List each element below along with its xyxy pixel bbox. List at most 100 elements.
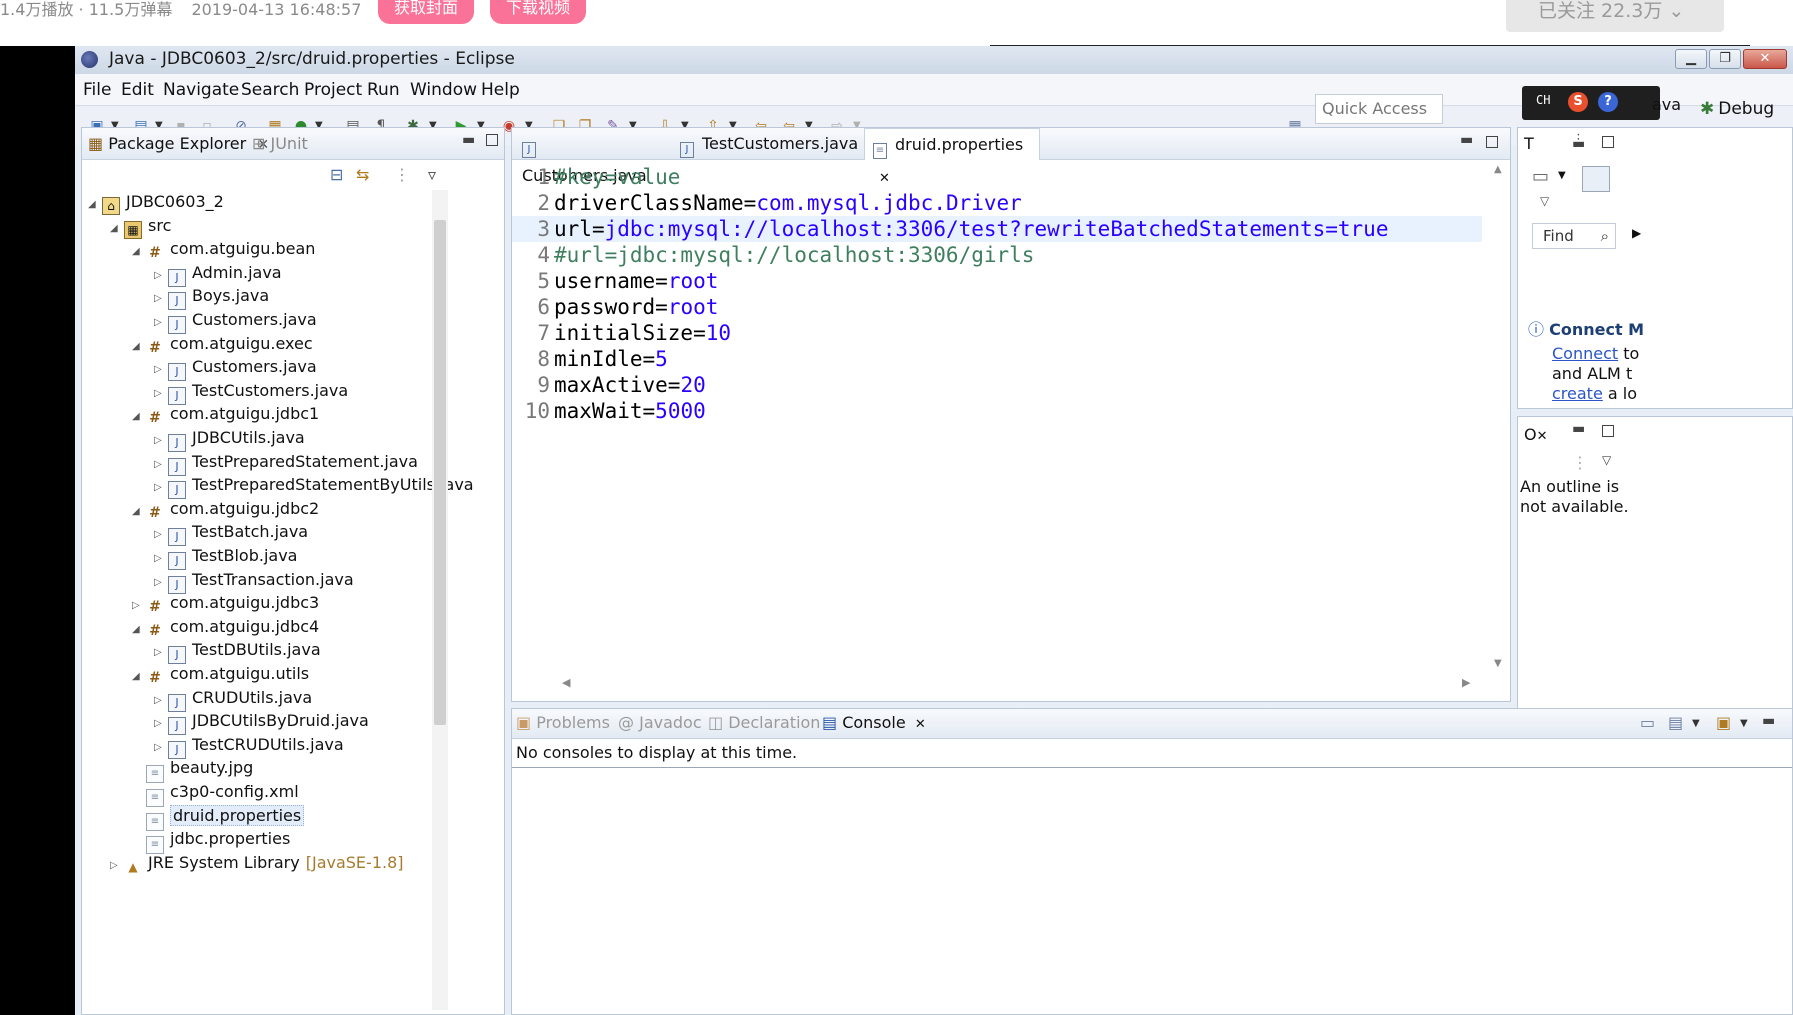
tree-item[interactable]: ▷ J TestBlob.java [154,544,297,570]
chevron-right-icon[interactable]: ▶ [1632,226,1641,240]
new-task-icon[interactable]: ▭ [1532,166,1549,187]
expand-arrow-icon[interactable]: ◢ [132,240,146,264]
tab-outline[interactable]: O✕ [1524,425,1548,444]
menu-run[interactable]: Run [367,80,400,100]
tree-item[interactable]: ≡ druid.properties [132,804,305,831]
tree-item[interactable]: ◢ # com.atguigu.jdbc1 [132,402,319,426]
minimize-view-button[interactable]: ▬ [462,132,475,148]
code-line[interactable]: 2 driverClassName=com.mysql.jdbc.Driver [512,190,1482,216]
chevron-down-icon[interactable]: ▿ [428,165,436,184]
menu-window[interactable]: Window [410,80,477,100]
tree-item[interactable]: ◢ # com.atguigu.utils [132,662,309,686]
tree-item[interactable]: ▷ J CRUDUtils.java [154,686,312,712]
task-list-tab[interactable]: T [1524,134,1534,153]
tree-item[interactable]: ▷ J Customers.java [154,355,317,382]
tab-druid-properties[interactable]: ≡ druid.properties ✕ [864,128,1040,186]
tab-javadoc[interactable]: @ Javadoc [618,713,702,732]
display-console-icon[interactable]: ▤ [1668,713,1683,732]
maximize-view-button[interactable] [1602,136,1614,148]
scrollbar-thumb[interactable] [434,220,446,725]
close-icon[interactable]: ✕ [915,717,926,732]
scroll-down-icon[interactable]: ▼ [1494,658,1502,669]
maximize-view-button[interactable] [486,134,498,146]
view-menu-icon[interactable]: ⋮ [394,165,410,184]
scroll-up-icon[interactable]: ▲ [1494,164,1502,175]
minimize-editor-button[interactable]: ▬ [1460,132,1473,148]
collapse-all-icon[interactable]: ⊟ [330,165,343,184]
pin-console-icon[interactable]: ▭ [1640,713,1655,732]
tree-item[interactable]: ≡ beauty.jpg [132,756,253,784]
menu-edit[interactable]: Edit [121,80,154,100]
ime-language[interactable]: CH [1536,93,1550,107]
code-line[interactable]: 3 url=jdbc:mysql://localhost:3306/test?re… [512,216,1482,242]
tree-item[interactable]: ◢ # com.atguigu.jdbc2 [132,497,319,521]
open-console-icon[interactable]: ▣ [1716,713,1731,732]
chevron-down-icon[interactable]: ▼ [1692,718,1700,729]
menu-navigate[interactable]: Navigate [163,80,239,100]
tree-item[interactable]: ▷ ▲ JRE System Library [JavaSE-1.8] [110,851,404,875]
menu-search[interactable]: Search [241,80,299,100]
menu-project[interactable]: Project [304,80,362,100]
tree-item[interactable]: ≡ c3p0-config.xml [132,780,299,807]
maximize-view-button[interactable] [1602,425,1614,437]
link-with-editor-icon[interactable]: ⇆ [356,165,369,184]
tab-declaration[interactable]: ◫ Declaration [708,713,820,732]
tree-item[interactable]: ▷ J TestPreparedStatementByUtils.java [154,473,474,500]
tree-item[interactable]: ▷ J TestDBUtils.java [154,638,321,665]
maximize-editor-button[interactable] [1486,136,1498,148]
scroll-left-icon[interactable]: ◀ [562,676,570,689]
tree-item[interactable]: ▷ J TestCustomers.java [154,379,348,405]
categorized-icon[interactable] [1582,166,1610,192]
chevron-down-icon[interactable]: ▼ [1740,718,1748,729]
tree-item[interactable]: ▷ J TestCRUDUtils.java [154,733,344,759]
get-cover-button[interactable]: 获取封面 [378,0,475,24]
collapsed-arrow-icon[interactable]: ▷ [110,854,124,878]
tree-item[interactable]: ▷ J Customers.java [154,308,317,334]
expand-arrow-icon[interactable]: ◢ [110,217,124,241]
maximize-button[interactable]: ❐ [1709,49,1741,69]
scroll-right-icon[interactable]: ▶ [1462,676,1470,689]
code-line[interactable]: 7 initialSize=10 [512,320,1482,346]
code-line[interactable]: 6 password=root [512,294,1482,320]
minimize-view-button[interactable]: ▬ [1572,136,1585,152]
close-icon[interactable]: ✕ [1537,429,1548,444]
expand-arrow-icon[interactable]: ◢ [132,405,146,429]
create-link[interactable]: create [1552,384,1603,403]
perspective-debug-button[interactable]: ✱ Debug [1700,99,1774,119]
vertical-scrollbar[interactable] [432,190,448,1010]
expand-arrow-icon[interactable]: ◢ [132,665,146,689]
follow-button[interactable]: 已关注 22.3万 ⌄ [1506,0,1724,32]
tree-item[interactable]: ≡ jdbc.properties [132,827,290,855]
expand-arrow-icon[interactable]: ◢ [132,500,146,524]
tree-item[interactable]: ◢ ▦ src [110,214,171,241]
code-line[interactable]: 4 #url=jdbc:mysql://localhost:3306/girls [512,242,1482,268]
horizontal-scrollbar[interactable]: ◀ ▶ [558,676,1488,692]
expand-arrow-icon[interactable]: ◢ [88,193,102,217]
code-line[interactable]: 5 username=root [512,268,1482,294]
minimize-button[interactable]: ▁ [1675,49,1707,69]
perspective-java-button[interactable]: ava [1652,95,1681,114]
tree-item[interactable]: ▷ J TestBatch.java [154,520,308,547]
tab-junit[interactable]: ⊞ JUnit [252,134,308,153]
code-line[interactable]: 9 maxActive=20 [512,372,1482,398]
expand-arrow-icon[interactable]: ◢ [132,618,146,642]
connect-link[interactable]: Connect [1552,344,1618,363]
tree-item[interactable]: ▷ J JDBCUtils.java [154,426,305,452]
download-video-button[interactable]: 下载视频 [490,0,587,24]
minimize-view-button[interactable]: ▬ [1572,421,1585,437]
close-window-button[interactable]: ✕ [1743,49,1787,69]
code-line[interactable]: 1 #key=value [512,164,1482,190]
tree-item[interactable]: ▷ J TestPreparedStatement.java [154,450,418,476]
view-menu-icon[interactable]: ⋮ [1572,453,1588,472]
minimize-view-button[interactable]: ▬ [1762,713,1775,729]
sogou-icon[interactable]: S [1568,92,1588,112]
tree-item[interactable]: ◢ # com.atguigu.bean [132,237,315,261]
vertical-scrollbar[interactable]: ▲ ▼ [1492,164,1508,672]
tab-package-explorer[interactable]: ▦ Package Explorer ✕ [88,134,269,153]
tree-item[interactable]: ◢ # com.atguigu.jdbc4 [132,615,319,639]
menu-file[interactable]: File [83,80,111,100]
expand-arrow-icon[interactable]: ◢ [132,335,146,359]
chevron-down-icon[interactable]: ▽ [1602,453,1611,467]
tab-customers-java[interactable]: JCustomers.java [514,128,668,185]
tab-problems[interactable]: ▣ Problems [516,713,610,732]
